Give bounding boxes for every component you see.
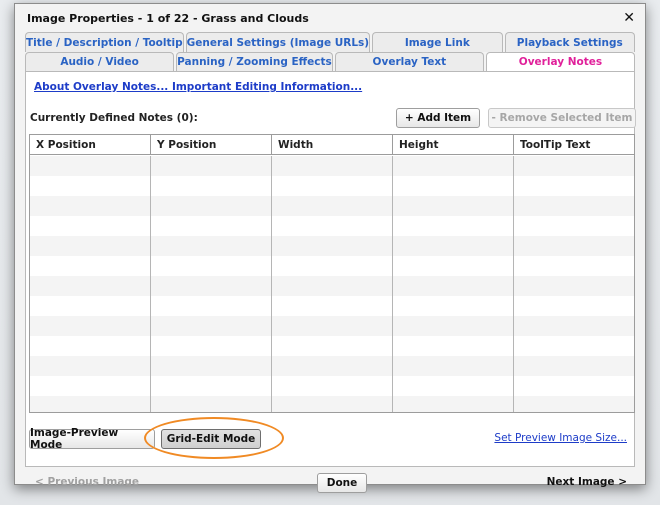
close-icon[interactable]: ✕ — [623, 10, 635, 26]
tab-general-settings[interactable]: General Settings (Image URLs) — [185, 32, 371, 52]
grid-column — [272, 156, 393, 412]
previous-image-button[interactable]: < Previous Image — [35, 476, 139, 488]
set-preview-image-size-link[interactable]: Set Preview Image Size... — [494, 432, 627, 444]
tab-image-link[interactable]: Image Link — [372, 32, 503, 52]
tab-overlay-text[interactable]: Overlay Text — [334, 52, 484, 71]
tab-playback-settings[interactable]: Playback Settings — [504, 32, 635, 52]
grid-header: X Position Y Position Width Height ToolT… — [30, 135, 634, 155]
about-overlay-notes-link[interactable]: About Overlay Notes... Important Editing… — [34, 81, 362, 93]
dialog-titlebar: Image Properties - 1 of 22 - Grass and C… — [15, 4, 645, 32]
column-header-tooltip-text[interactable]: ToolTip Text — [514, 135, 634, 154]
column-header-width[interactable]: Width — [272, 135, 393, 154]
column-header-height[interactable]: Height — [393, 135, 514, 154]
image-properties-dialog: Image Properties - 1 of 22 - Grass and C… — [14, 3, 646, 493]
tab-audio-video[interactable]: Audio / Video — [25, 52, 175, 71]
image-preview-mode-button[interactable]: Image-Preview Mode — [29, 427, 155, 451]
tab-title-description-tooltip[interactable]: Title / Description / Tooltip — [25, 32, 184, 52]
tab-panning-zooming[interactable]: Panning / Zooming Effects — [176, 52, 333, 71]
column-header-y-position[interactable]: Y Position — [151, 135, 272, 154]
tab-row-1: Title / Description / Tooltip General Se… — [25, 32, 635, 52]
grid-edit-mode-button[interactable]: Grid-Edit Mode — [161, 429, 261, 449]
notes-grid: X Position Y Position Width Height ToolT… — [29, 134, 635, 413]
grid-column — [30, 156, 151, 412]
overlay-notes-panel: About Overlay Notes... Important Editing… — [25, 72, 636, 467]
column-header-x-position[interactable]: X Position — [30, 135, 151, 154]
grid-column — [151, 156, 272, 412]
tab-bar: Title / Description / Tooltip General Se… — [15, 32, 645, 72]
remove-selected-item-button[interactable]: - Remove Selected Item — [488, 108, 636, 128]
tab-row-2: Audio / Video Panning / Zooming Effects … — [25, 52, 635, 72]
add-item-button[interactable]: + Add Item — [396, 108, 480, 128]
notes-count-label: Currently Defined Notes (0): — [30, 112, 198, 124]
grid-body[interactable] — [30, 156, 634, 412]
grid-column — [393, 156, 514, 412]
dialog-footer: < Previous Image Done Next Image > — [15, 467, 645, 497]
tab-overlay-notes[interactable]: Overlay Notes — [485, 52, 635, 71]
done-button[interactable]: Done — [317, 473, 367, 493]
dialog-title: Image Properties - 1 of 22 - Grass and C… — [27, 11, 309, 25]
next-image-button[interactable]: Next Image > — [547, 476, 627, 488]
grid-column — [514, 156, 634, 412]
